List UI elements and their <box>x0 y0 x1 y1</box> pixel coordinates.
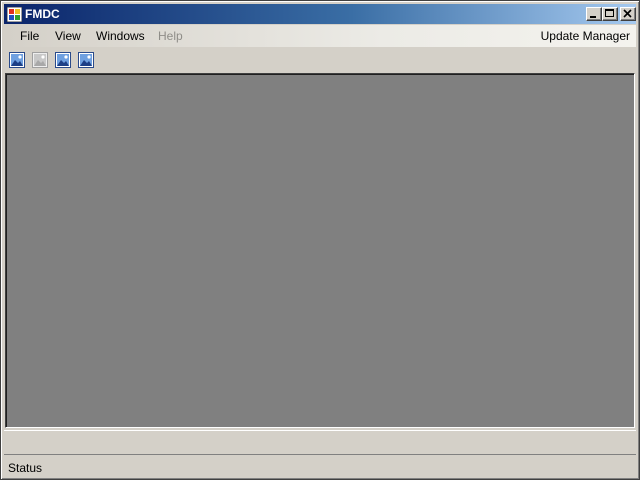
toolbar-button-4[interactable] <box>78 52 94 68</box>
toolbar-button-3[interactable] <box>55 52 71 68</box>
close-button[interactable] <box>620 7 636 21</box>
picture-icon <box>78 52 94 68</box>
main-window: FMDC File View Windows Help Update Manag… <box>0 0 640 480</box>
status-label: Status <box>8 461 43 475</box>
mdi-client-area[interactable] <box>5 73 635 428</box>
picture-icon <box>55 52 71 68</box>
toolbar-button-1[interactable] <box>9 52 25 68</box>
toolbar <box>4 48 636 72</box>
title-bar[interactable]: FMDC <box>4 4 636 24</box>
menu-bar: File View Windows Help Update Manager <box>4 25 636 47</box>
menu-windows[interactable]: Windows <box>96 29 145 43</box>
app-icon[interactable] <box>7 7 22 22</box>
picture-icon <box>9 52 25 68</box>
minimize-button[interactable] <box>586 7 602 21</box>
bottom-panel <box>4 430 636 454</box>
close-icon <box>623 9 632 18</box>
status-bar: Status <box>4 454 636 477</box>
window-title: FMDC <box>25 7 60 21</box>
picture-icon <box>32 52 48 68</box>
maximize-button[interactable] <box>602 7 618 21</box>
toolbar-button-2[interactable] <box>32 52 48 68</box>
maximize-icon <box>605 9 614 17</box>
menu-view[interactable]: View <box>55 29 81 43</box>
menu-file[interactable]: File <box>20 29 39 43</box>
menu-help[interactable]: Help <box>158 29 183 43</box>
minimize-icon <box>590 16 596 18</box>
menu-update-manager[interactable]: Update Manager <box>541 29 630 43</box>
